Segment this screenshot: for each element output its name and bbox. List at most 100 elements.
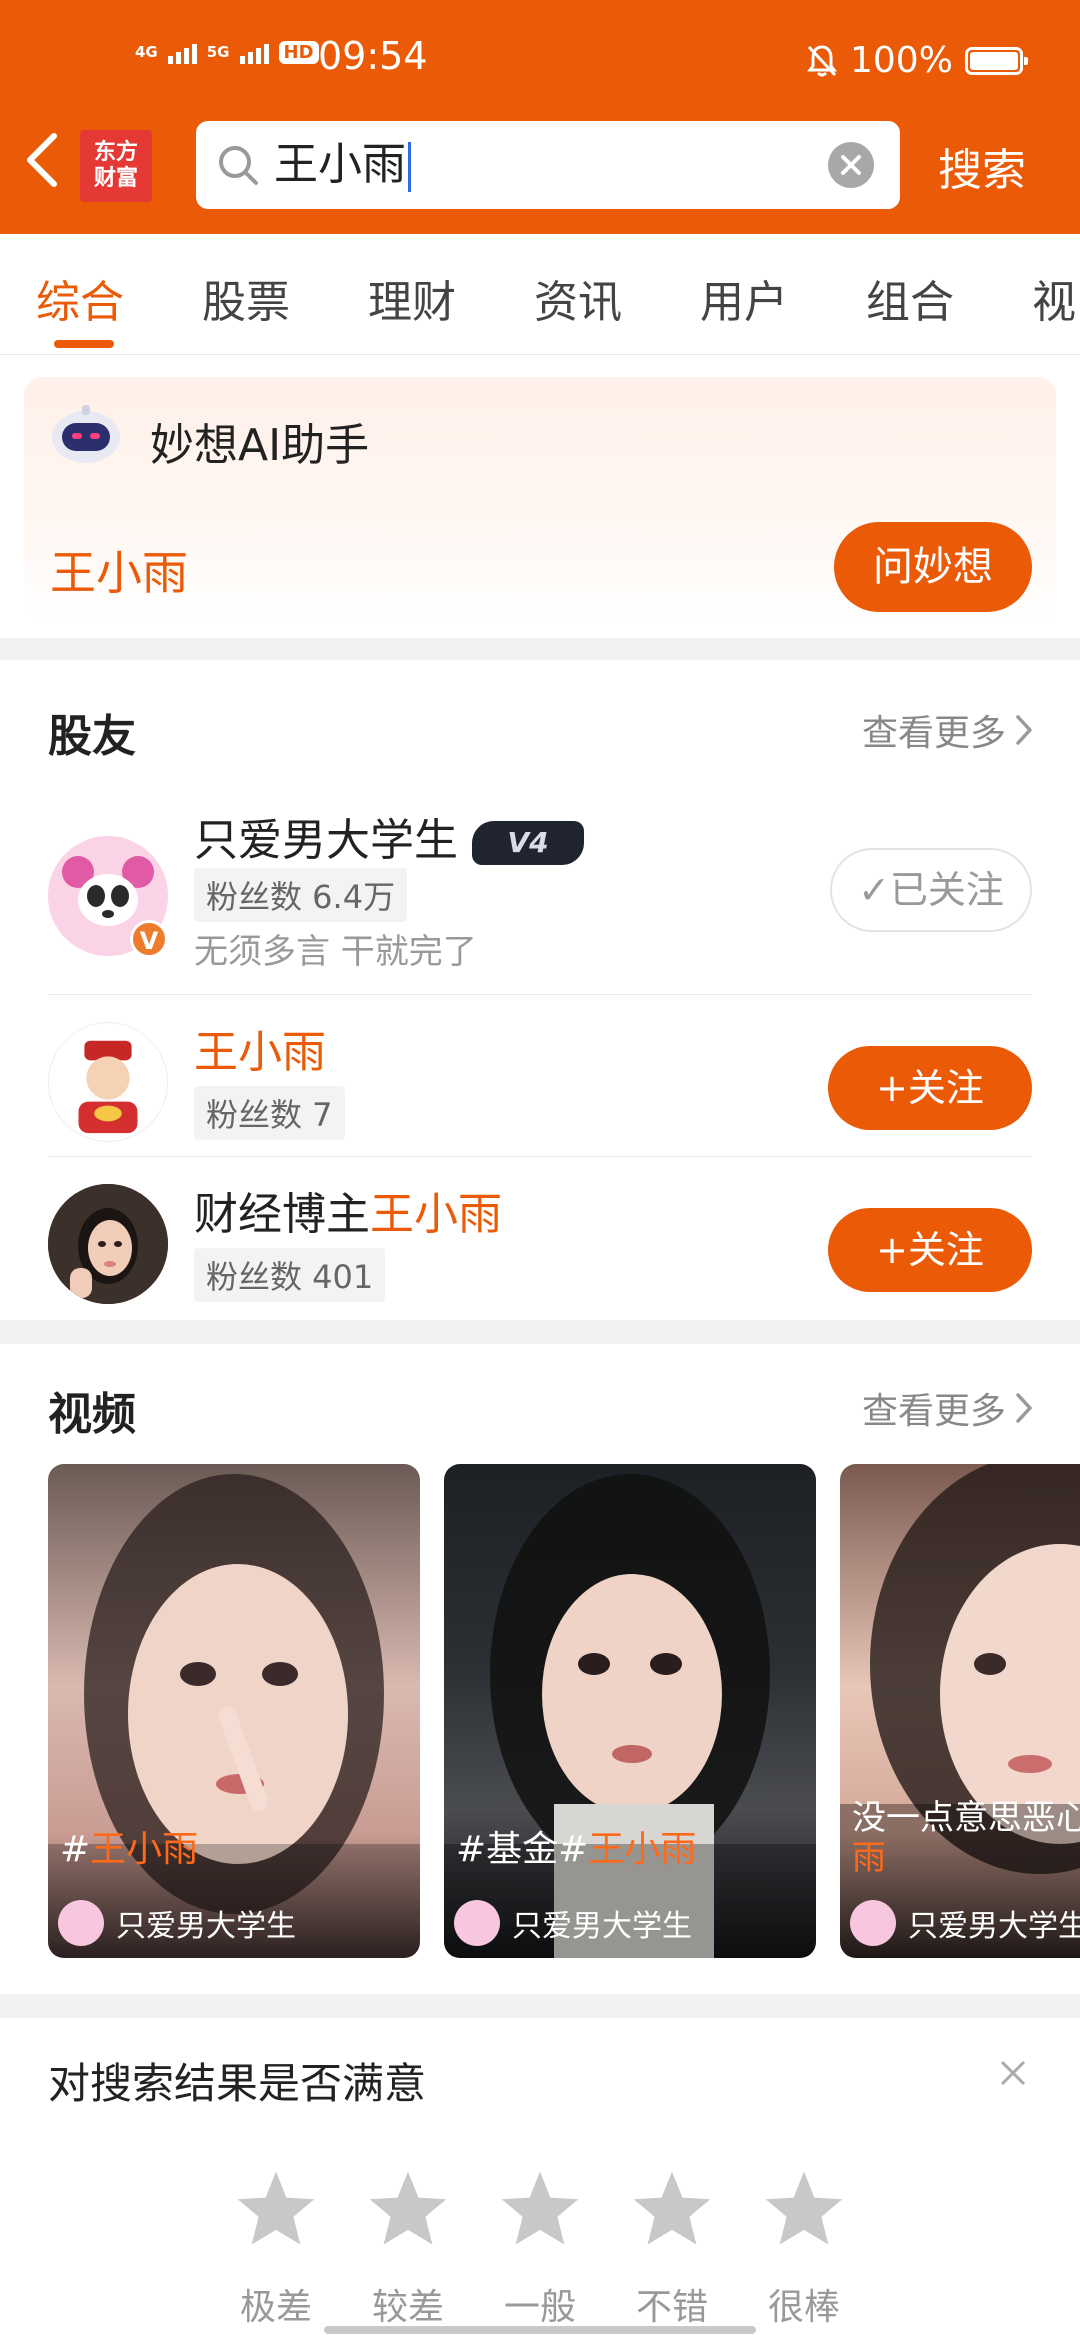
tab-all[interactable]: 综合 — [36, 266, 124, 330]
close-icon — [841, 155, 861, 175]
video-card[interactable]: #王小雨 只爱男大学生 — [48, 1464, 420, 1958]
user-name-text: 财经博主 — [194, 1189, 370, 1240]
video-thumbnail-image — [48, 1474, 420, 1958]
user-row[interactable]: 王小雨 粉丝数 7 +关注 — [48, 1016, 1032, 1156]
tab-news[interactable]: 资讯 — [534, 266, 622, 330]
user-row[interactable]: 财经博主王小雨 粉丝数 401 +关注 — [48, 1178, 1032, 1318]
star-rating-5[interactable] — [754, 2168, 854, 2252]
star-icon — [765, 2171, 843, 2245]
battery-icon — [964, 46, 1028, 75]
video-title-highlight: 雨 — [852, 1838, 886, 1878]
ai-assistant-card[interactable]: 妙想AI助手 王小雨 问妙想 — [24, 377, 1056, 621]
status-time: 09:54 — [318, 34, 428, 78]
ai-assistant-title: 妙想AI助手 — [150, 420, 370, 471]
logo-line-1: 东方 — [93, 140, 138, 165]
logo-line-2: 财富 — [93, 166, 138, 191]
status-signal: 4G 5G HD — [135, 40, 319, 64]
follow-button[interactable]: +关注 — [828, 1046, 1032, 1130]
video-title-highlight: 王小雨 — [588, 1829, 697, 1870]
user-name: 王小雨 — [194, 1016, 326, 1080]
user-name-highlight: 王小雨 — [370, 1189, 502, 1240]
search-icon — [219, 146, 258, 185]
close-icon — [1000, 2060, 1026, 2086]
close-rating-button[interactable] — [998, 2052, 1028, 2098]
search-input[interactable]: 王小雨 — [274, 137, 411, 193]
active-tab-indicator — [54, 340, 114, 348]
rating-label-3: 一般 — [503, 2287, 576, 2328]
search-button[interactable]: 搜索 — [938, 134, 1026, 198]
tab-finance[interactable]: 理财 — [368, 266, 456, 330]
star-icon — [369, 2171, 447, 2245]
rating-label-4: 不错 — [635, 2287, 708, 2328]
network-5g-label: 5G — [206, 42, 230, 61]
videos-more-link[interactable]: 查看更多 — [862, 1382, 1034, 1434]
video-thumbnail-image — [444, 1474, 816, 1958]
clear-search-button[interactable] — [828, 142, 874, 188]
star-icon — [633, 2171, 711, 2245]
star-rating-4[interactable] — [622, 2168, 722, 2252]
divider — [48, 994, 1032, 995]
rating-label-5: 很棒 — [767, 2287, 840, 2328]
ai-query-text[interactable]: 王小雨 — [50, 537, 188, 603]
tab-portfolio[interactable]: 组合 — [866, 266, 954, 330]
back-button[interactable] — [18, 130, 78, 200]
users-more-link[interactable]: 查看更多 — [862, 704, 1034, 756]
videos-more-label: 查看更多 — [861, 1391, 1006, 1432]
video-author-name: 只爱男大学生 — [512, 1909, 692, 1944]
search-input-value: 王小雨 — [274, 139, 406, 190]
videos-section-title: 视频 — [48, 1389, 136, 1440]
category-tabs: 综合 股票 理财 资讯 用户 组合 视 — [0, 234, 1080, 355]
verified-badge-icon: V — [130, 920, 168, 958]
video-author: 只爱男大学生 — [454, 1900, 692, 1946]
user-row[interactable]: V 只爱男大学生 V4 粉丝数 6.4万 无须多言 干就完了 ✓已关注 — [48, 808, 1032, 972]
video-title: #基金#王小雨 — [456, 1820, 696, 1872]
fans-count: 粉丝数 7 — [194, 1086, 345, 1140]
users-section: 股友 查看更多 V 只爱男大学生 V4 粉丝数 6.4万 无须多言 干就完了 ✓已… — [0, 660, 1080, 1320]
user-name: 财经博主王小雨 — [194, 1178, 502, 1242]
author-avatar — [454, 1900, 500, 1946]
signal-bars-icon-2 — [239, 40, 269, 64]
video-author-name: 只爱男大学生 — [116, 1909, 296, 1944]
ai-assistant-section: 妙想AI助手 王小雨 问妙想 — [0, 355, 1080, 638]
tab-stocks[interactable]: 股票 — [202, 266, 290, 330]
god-of-wealth-avatar-icon — [49, 1023, 167, 1141]
user-name-highlight: 王小雨 — [194, 1027, 326, 1078]
videos-section: 视频 查看更多 #王小雨 只爱男大学生 #基金#王小雨 只爱男大学生 没一点意思… — [0, 1344, 1080, 1994]
users-more-label: 查看更多 — [861, 713, 1006, 754]
home-indicator[interactable] — [324, 2326, 756, 2334]
ask-ai-button[interactable]: 问妙想 — [834, 522, 1032, 612]
star-rating-2[interactable] — [358, 2168, 458, 2252]
chevron-left-icon — [27, 133, 57, 187]
level-badge: V4 — [472, 821, 584, 865]
rating-label-2: 较差 — [371, 2287, 444, 2328]
hd-badge: HD — [278, 40, 319, 64]
avatar — [48, 1022, 168, 1142]
star-icon — [237, 2171, 315, 2245]
check-icon: ✓ — [858, 868, 890, 912]
tab-video[interactable]: 视 — [1032, 266, 1076, 330]
status-right: 100% — [806, 40, 1028, 81]
user-name-text: 只爱男大学生 — [194, 815, 458, 866]
video-author: 只爱男大学生 — [850, 1900, 1080, 1946]
followed-button[interactable]: ✓已关注 — [830, 848, 1032, 932]
search-bar[interactable]: 王小雨 — [196, 121, 900, 209]
tab-users[interactable]: 用户 — [700, 266, 788, 330]
text-caret — [408, 142, 411, 192]
video-title: 没一点意思恶心雨 — [852, 1798, 1080, 1878]
follow-button[interactable]: +关注 — [828, 1208, 1032, 1292]
avatar — [48, 1184, 168, 1304]
rating-section: 对搜索结果是否满意 极差 较差 一般 不错 很棒 — [0, 2018, 1080, 2340]
star-icon — [501, 2171, 579, 2245]
app-logo: 东方 财富 — [80, 130, 152, 202]
battery-percent: 100% — [850, 40, 953, 81]
star-rating-1[interactable] — [226, 2168, 326, 2252]
rating-label-1: 极差 — [239, 2287, 312, 2328]
star-rating-3[interactable] — [490, 2168, 590, 2252]
video-card[interactable]: 没一点意思恶心雨 只爱男大学生 — [840, 1464, 1080, 1958]
video-author-name: 只爱男大学生 — [908, 1909, 1080, 1944]
video-thumbnail-image — [840, 1464, 1080, 1958]
video-title-prefix: # — [60, 1829, 91, 1870]
chevron-right-icon — [1016, 1393, 1032, 1423]
signal-bars-icon — [167, 40, 197, 64]
video-card[interactable]: #基金#王小雨 只爱男大学生 — [444, 1464, 816, 1958]
